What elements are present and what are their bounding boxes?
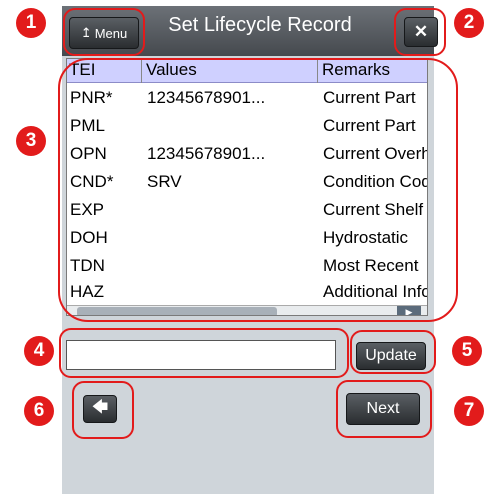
scroll-right-chevron-icon[interactable]: ▶ xyxy=(397,306,421,315)
row-tei: EXP xyxy=(70,200,105,219)
menu-label: Menu xyxy=(94,25,128,41)
menu-up-icon: ↥ xyxy=(80,25,92,40)
callout-badge-3: 3 xyxy=(16,126,46,156)
row-tei: CND* xyxy=(70,172,114,191)
horizontal-scroll-thumb[interactable] xyxy=(77,307,277,315)
row-value: SRV xyxy=(147,172,182,191)
table-row[interactable]: PNR* 12345678901... Current Part xyxy=(67,85,427,111)
table-row[interactable]: DOH Hydrostatic xyxy=(67,225,427,251)
column-header-values[interactable]: Values xyxy=(141,59,318,83)
value-input[interactable] xyxy=(66,340,336,370)
next-button[interactable]: Next xyxy=(346,393,420,425)
callout-badge-7: 7 xyxy=(454,396,484,426)
row-remark: Current Overhaul xyxy=(323,144,427,163)
table-row[interactable]: PML Current Part xyxy=(67,113,427,139)
row-tei: HAZ xyxy=(70,282,104,301)
row-remark: Current Shelf xyxy=(323,200,424,219)
row-remark: Current Part xyxy=(323,116,416,135)
row-remark: Additional Info xyxy=(323,282,427,301)
callout-badge-2: 2 xyxy=(454,8,484,38)
back-arrow-icon: 🡄 xyxy=(91,398,109,416)
table-row[interactable]: EXP Current Shelf xyxy=(67,197,427,223)
close-button[interactable]: ✕ xyxy=(404,17,438,47)
column-header-remarks[interactable]: Remarks xyxy=(317,59,427,83)
row-remark: Most Recent xyxy=(323,256,419,275)
vertical-scrollbar[interactable]: ▼ xyxy=(427,63,428,293)
row-value xyxy=(147,197,315,223)
column-header-tei[interactable]: TEI xyxy=(67,59,145,83)
row-tei: PML xyxy=(70,116,105,135)
callout-badge-5: 5 xyxy=(452,336,482,366)
grid-header: TEI Values Remarks xyxy=(67,59,427,83)
row-value: 12345678901... xyxy=(147,88,266,107)
callout-badge-1: 1 xyxy=(16,8,46,38)
row-remark: Current Part xyxy=(323,88,416,107)
table-row[interactable]: TDN Most Recent xyxy=(67,253,427,279)
callout-badge-6: 6 xyxy=(24,396,54,426)
update-button[interactable]: Update xyxy=(356,342,426,370)
row-value xyxy=(147,279,315,305)
callout-badge-4: 4 xyxy=(24,336,54,366)
menu-button[interactable]: ↥ Menu xyxy=(69,17,139,49)
back-button[interactable]: 🡄 xyxy=(83,395,117,423)
window-title: Set Lifecycle Record xyxy=(168,14,352,36)
close-icon: ✕ xyxy=(413,22,429,41)
row-value xyxy=(147,225,315,251)
lifecycle-grid[interactable]: TEI Values Remarks PNR* 12345678901... C… xyxy=(66,58,428,316)
row-tei: OPN xyxy=(70,144,107,163)
row-tei: TDN xyxy=(70,256,105,275)
row-tei: PNR* xyxy=(70,88,113,107)
row-value xyxy=(147,253,315,279)
table-row[interactable]: CND* SRV Condition Code xyxy=(67,169,427,195)
table-row[interactable]: HAZ Additional Info xyxy=(67,279,427,305)
row-value: 12345678901... xyxy=(147,144,266,163)
row-tei: DOH xyxy=(70,228,108,247)
row-remark: Hydrostatic xyxy=(323,228,409,247)
table-row[interactable]: OPN 12345678901... Current Overhaul xyxy=(67,141,427,167)
horizontal-scrollbar[interactable]: ▶ xyxy=(67,305,427,315)
row-remark: Condition Code xyxy=(323,172,427,191)
row-value xyxy=(147,113,315,139)
